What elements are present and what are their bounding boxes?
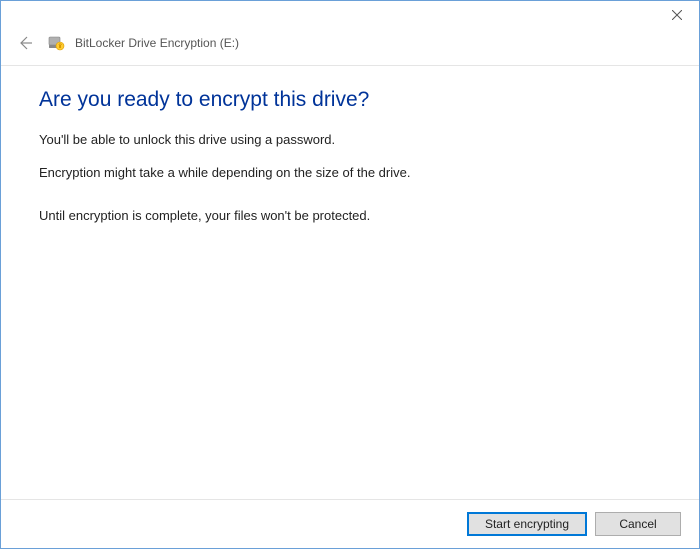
cancel-button[interactable]: Cancel <box>595 512 681 536</box>
body-line-2: Encryption might take a while depending … <box>39 165 661 182</box>
start-encrypting-button[interactable]: Start encrypting <box>467 512 587 536</box>
close-button[interactable] <box>654 1 699 29</box>
close-icon <box>672 10 682 20</box>
titlebar <box>1 1 699 31</box>
header-title: BitLocker Drive Encryption (E:) <box>75 36 239 50</box>
content-area: Are you ready to encrypt this drive? You… <box>1 66 699 499</box>
wizard-window: BitLocker Drive Encryption (E:) Are you … <box>0 0 700 549</box>
header-bar: BitLocker Drive Encryption (E:) <box>1 31 699 66</box>
back-button[interactable] <box>13 31 37 55</box>
bitlocker-icon <box>47 34 65 52</box>
body-line-3: Until encryption is complete, your files… <box>39 208 661 225</box>
body-line-1: You'll be able to unlock this drive usin… <box>39 132 661 149</box>
page-heading: Are you ready to encrypt this drive? <box>39 88 661 112</box>
footer-bar: Start encrypting Cancel <box>1 499 699 548</box>
back-arrow-icon <box>17 35 33 51</box>
